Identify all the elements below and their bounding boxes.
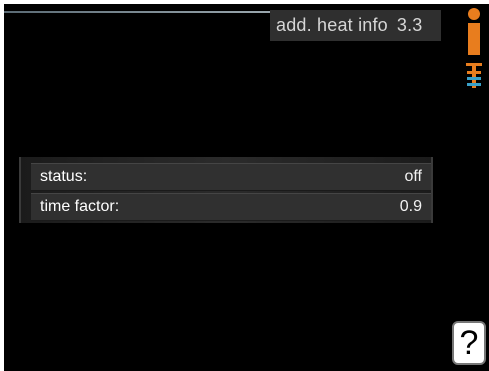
help-icon: ? (459, 324, 479, 362)
page-title-text: add. heat info (276, 15, 388, 35)
display-screen: add. heat info 3.3 status: off time facto… (4, 4, 489, 371)
status-row[interactable]: status: off (31, 163, 431, 191)
status-label: status: (40, 168, 88, 185)
page-title: add. heat info 3.3 (270, 10, 441, 41)
help-button[interactable]: ? (452, 321, 486, 365)
status-value: off (404, 168, 423, 185)
time-factor-row[interactable]: time factor: 0.9 (31, 193, 431, 221)
heating-tap-icon (466, 63, 482, 88)
time-factor-label: time factor: (40, 198, 120, 215)
info-panel: status: off time factor: 0.9 (19, 157, 433, 223)
header-divider (4, 11, 270, 13)
time-factor-value: 0.9 (399, 198, 422, 215)
menu-number: 3.3 (396, 15, 423, 35)
info-icon[interactable] (463, 8, 485, 56)
